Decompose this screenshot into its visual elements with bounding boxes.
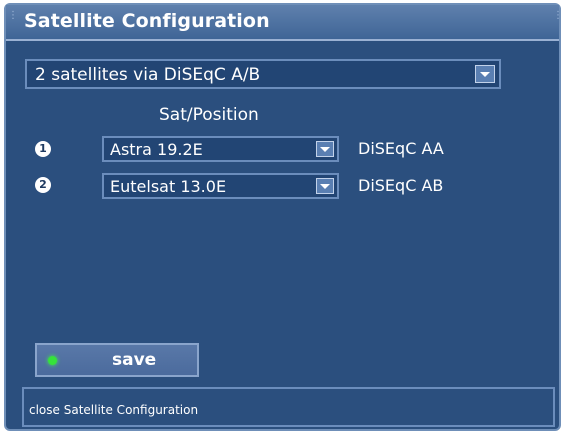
title-bar: ⋮ Satellite Configuration ⋮ [6, 5, 563, 41]
diseqc-2-label: DiSEqC AB [358, 176, 444, 195]
grip-icon: ⋮ [8, 10, 18, 21]
status-text: close Satellite Configuration [29, 403, 199, 417]
screen: ⋮ Satellite Configuration ⋮ 2 satellites… [0, 0, 565, 434]
satellite-2-value: Eutelsat 13.0E [110, 177, 227, 196]
satellite-mode-value: 2 satellites via DiSEqC A/B [35, 65, 261, 85]
save-label: save [112, 350, 157, 370]
satellite-1-select[interactable]: Astra 19.2E [102, 136, 339, 162]
status-bar: close Satellite Configuration [22, 387, 555, 427]
satellite-1-value: Astra 19.2E [110, 140, 203, 159]
diseqc-1-label: DiSEqC AA [358, 139, 444, 158]
sat-position-header: Sat/Position [159, 105, 259, 125]
number-one-icon: 1 [35, 141, 51, 157]
chevron-down-icon[interactable] [475, 65, 495, 83]
green-led-icon [48, 356, 57, 365]
save-button[interactable]: save [35, 343, 199, 377]
window-title: Satellite Configuration [24, 10, 270, 32]
satellite-2-select[interactable]: Eutelsat 13.0E [102, 173, 339, 199]
chevron-down-icon[interactable] [316, 141, 334, 157]
chevron-down-icon[interactable] [316, 178, 334, 194]
grip-icon: ⋮ [553, 10, 563, 21]
satellite-configuration-window: ⋮ Satellite Configuration ⋮ 2 satellites… [4, 3, 563, 431]
satellite-mode-select[interactable]: 2 satellites via DiSEqC A/B [25, 59, 501, 89]
number-two-icon: 2 [35, 177, 51, 193]
